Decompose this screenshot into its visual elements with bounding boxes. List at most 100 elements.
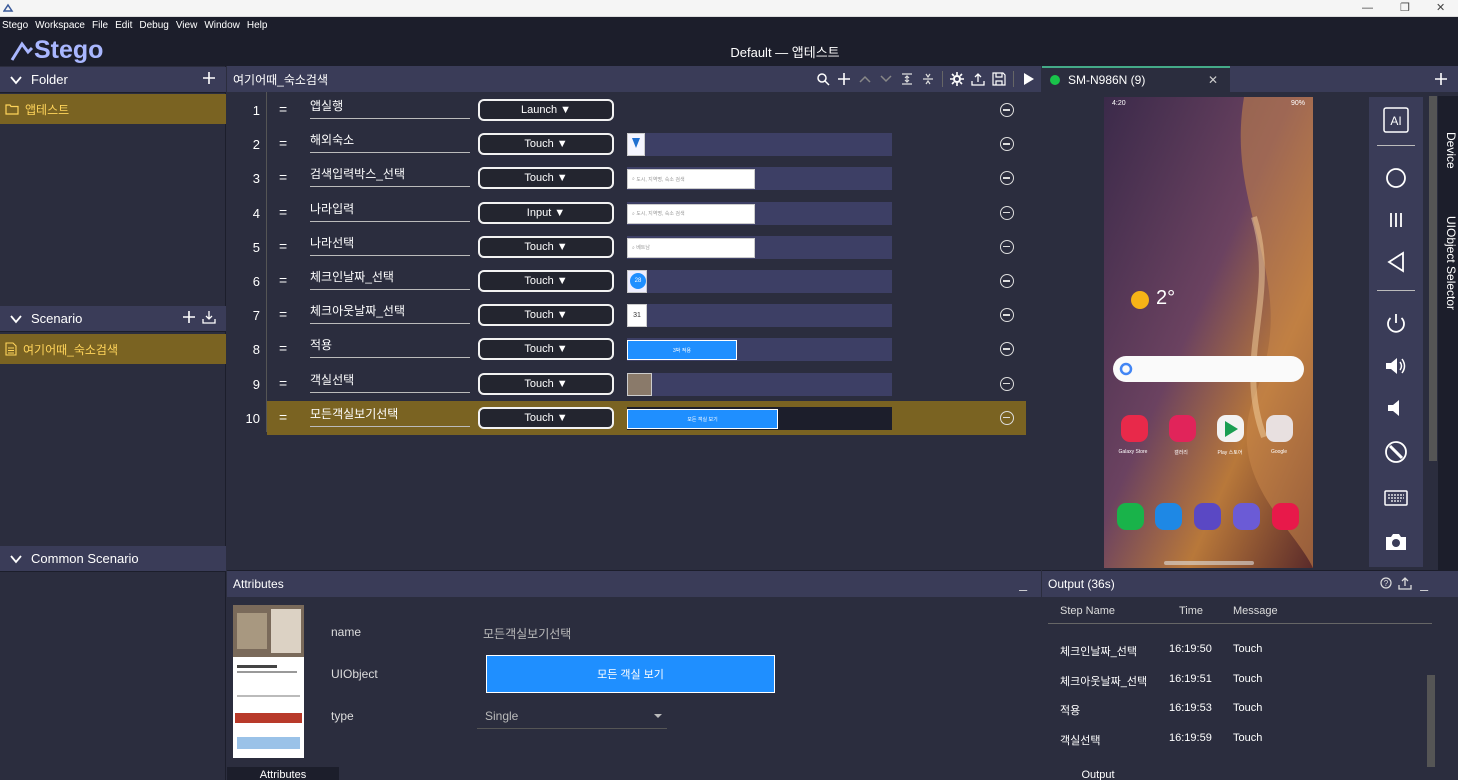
minimize-icon[interactable]: — xyxy=(1362,1,1373,15)
step-name-field[interactable]: 체크인날짜_선택 xyxy=(310,268,470,290)
minimize-panel-icon[interactable]: _ xyxy=(1019,575,1027,591)
remove-step-icon[interactable] xyxy=(1000,103,1014,117)
close-tab-icon[interactable]: ✕ xyxy=(1208,73,1218,87)
expand-all-icon[interactable] xyxy=(900,72,914,86)
minimize-panel-icon[interactable]: _ xyxy=(1420,575,1428,591)
scenario-section-header[interactable]: Scenario xyxy=(0,306,226,332)
step-name-field[interactable]: 검색입력박스_선택 xyxy=(310,165,470,188)
name-value[interactable]: 모든객실보기선택 xyxy=(483,625,571,642)
menu-workspace[interactable]: Workspace xyxy=(33,20,90,31)
device-tab[interactable]: SM-N986N (9) ✕ xyxy=(1042,66,1230,92)
step-row[interactable]: 6 = 체크인날짜_선택 Touch ▼ 28 xyxy=(227,264,1041,298)
type-select[interactable]: Single xyxy=(477,705,667,729)
uiobject-capture[interactable]: 28 xyxy=(627,270,892,293)
action-dropdown[interactable]: Touch ▼ xyxy=(478,235,614,258)
gallery-icon[interactable] xyxy=(1169,415,1196,442)
menu-edit[interactable]: Edit xyxy=(113,20,137,31)
chevron-down-icon[interactable] xyxy=(9,552,23,566)
side-tab-device[interactable]: Device xyxy=(1438,132,1458,169)
menu-stego[interactable]: Stego xyxy=(0,20,33,31)
google-folder-icon[interactable] xyxy=(1266,415,1293,442)
step-row[interactable]: 10 = 모든객실보기선택 Touch ▼ 모든 객실 보기 xyxy=(227,400,1041,435)
search-icon[interactable] xyxy=(816,72,830,86)
drag-handle-icon[interactable]: = xyxy=(279,272,287,288)
phone-app-icon[interactable] xyxy=(1117,503,1144,530)
step-row[interactable]: 7 = 체크아웃날짜_선택 Touch ▼ 31 xyxy=(227,298,1041,332)
menu-help[interactable]: Help xyxy=(245,20,273,31)
remove-step-icon[interactable] xyxy=(1000,205,1014,220)
remove-step-icon[interactable] xyxy=(1000,239,1014,254)
step-name-field[interactable]: 앱실행 xyxy=(310,97,470,119)
action-dropdown[interactable]: Launch ▼ xyxy=(478,99,614,121)
attributes-tab[interactable]: Attributes xyxy=(227,767,339,780)
action-dropdown[interactable]: Touch ▼ xyxy=(478,372,614,395)
menu-window[interactable]: Window xyxy=(202,20,245,31)
remove-step-icon[interactable] xyxy=(1000,171,1014,186)
step-name-field[interactable]: 나라입력 xyxy=(310,200,470,222)
drag-handle-icon[interactable]: = xyxy=(279,101,287,117)
device-scrollbar[interactable] xyxy=(1429,96,1437,461)
uiobject-capture[interactable]: 모든 객실 보기 xyxy=(627,406,892,430)
step-row[interactable]: 2 = 해외숙소 Touch ▼ xyxy=(227,127,1041,161)
step-row[interactable]: 5 = 나라선택 Touch ▼ ⌕ 베트남 xyxy=(227,230,1041,264)
volume-up-icon[interactable] xyxy=(1383,353,1409,379)
home-button-icon[interactable] xyxy=(1383,165,1409,191)
uiobject-preview[interactable]: 모든 객실 보기 xyxy=(486,655,775,693)
step-name-field[interactable]: 적용 xyxy=(310,336,470,359)
step-name-field[interactable]: 해외숙소 xyxy=(310,131,470,154)
step-row[interactable]: 8 = 적용 Touch ▼ 3박 적용 xyxy=(227,332,1041,366)
drag-handle-icon[interactable]: = xyxy=(279,238,287,254)
drag-handle-icon[interactable]: = xyxy=(279,409,287,425)
remove-step-icon[interactable] xyxy=(1000,342,1014,357)
uiobject-capture[interactable]: ⌕ 도시, 지역명, 숙소 검색 xyxy=(627,201,892,225)
step-name-field[interactable]: 체크아웃날짜_선택 xyxy=(310,302,470,325)
step-name-field[interactable]: 나라선택 xyxy=(310,234,470,256)
volume-down-icon[interactable] xyxy=(1383,395,1409,421)
step-row[interactable]: 1 = 앱실행 Launch ▼ xyxy=(227,93,1041,127)
restore-icon[interactable]: ❐ xyxy=(1400,1,1410,15)
drag-handle-icon[interactable]: = xyxy=(279,340,287,356)
play-icon[interactable] xyxy=(1021,72,1035,86)
chevron-down-icon[interactable] xyxy=(9,312,23,326)
menu-debug[interactable]: Debug xyxy=(137,20,173,31)
drag-handle-icon[interactable]: = xyxy=(279,204,287,220)
remove-step-icon[interactable] xyxy=(1000,274,1014,288)
common-scenario-section-header[interactable]: Common Scenario xyxy=(0,546,226,572)
move-down-icon[interactable] xyxy=(879,72,893,86)
output-row[interactable]: 적용 16:19:53 Touch xyxy=(1060,702,1440,722)
action-dropdown[interactable]: Touch ▼ xyxy=(478,406,614,429)
uiobject-capture[interactable]: ⌕ 도시, 지역명, 숙소 검색 xyxy=(627,167,892,191)
app-folder-icon[interactable] xyxy=(1194,503,1221,530)
add-step-icon[interactable] xyxy=(837,72,851,86)
add-device-icon[interactable] xyxy=(1434,72,1448,86)
add-folder-icon[interactable] xyxy=(202,71,216,85)
help-icon[interactable]: ? xyxy=(1380,577,1392,589)
remove-step-icon[interactable] xyxy=(1000,410,1014,425)
uiobject-capture[interactable]: 3박 적용 xyxy=(627,338,892,362)
move-up-icon[interactable] xyxy=(858,72,872,86)
uiobject-capture[interactable]: 31 xyxy=(627,304,892,328)
step-row[interactable]: 4 = 나라입력 Input ▼ ⌕ 도시, 지역명, 숙소 검색 xyxy=(227,196,1041,230)
power-icon[interactable] xyxy=(1383,311,1409,337)
action-dropdown[interactable]: Touch ▼ xyxy=(478,167,614,190)
output-row[interactable]: 체크인날짜_선택 16:19:50 Touch xyxy=(1060,643,1440,663)
output-tab[interactable]: Output xyxy=(1042,767,1154,780)
messages-icon[interactable] xyxy=(1155,503,1182,530)
recent-apps-icon[interactable] xyxy=(1383,207,1409,233)
internet-icon[interactable] xyxy=(1233,503,1260,530)
galaxy-store-icon[interactable] xyxy=(1121,415,1148,442)
step-row[interactable]: 9 = 객실선택 Touch ▼ xyxy=(227,367,1041,401)
uiobject-capture[interactable]: ⌕ 베트남 xyxy=(627,235,892,259)
action-dropdown[interactable]: Touch ▼ xyxy=(478,338,614,361)
gear-icon[interactable] xyxy=(950,72,964,86)
export-output-icon[interactable] xyxy=(1398,576,1412,590)
import-icon[interactable] xyxy=(202,310,216,324)
keyboard-icon[interactable] xyxy=(1383,485,1409,511)
drag-handle-icon[interactable]: = xyxy=(279,306,287,322)
phone-screen[interactable]: 4:20 90% 2° Galaxy Store 갤러리 Play 스토어 Go… xyxy=(1104,97,1313,568)
uiobject-capture[interactable] xyxy=(627,372,892,396)
screenshot-camera-icon[interactable] xyxy=(1383,529,1409,555)
output-row[interactable]: 체크아웃날짜_선택 16:19:51 Touch xyxy=(1060,673,1440,693)
uiobject-capture[interactable] xyxy=(627,133,892,157)
camera-app-icon[interactable] xyxy=(1272,503,1299,530)
